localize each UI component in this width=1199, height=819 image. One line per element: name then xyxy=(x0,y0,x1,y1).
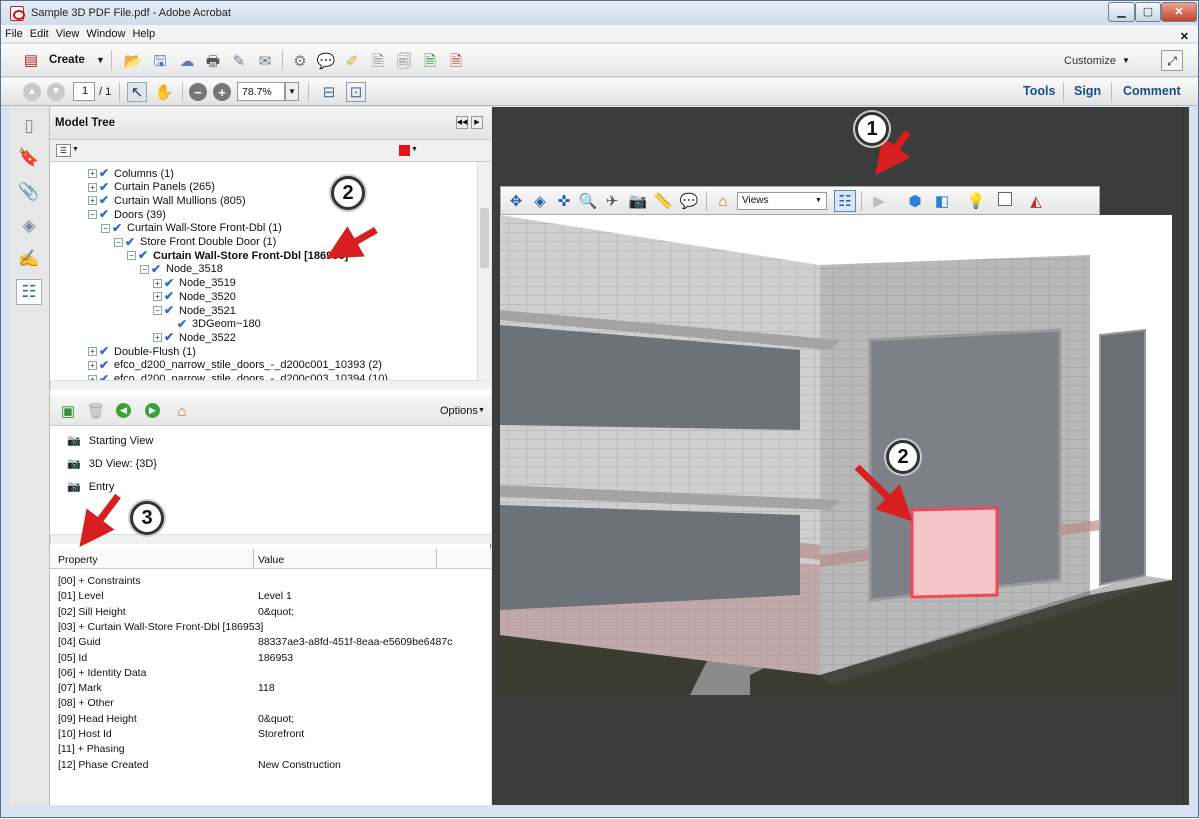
callout-badge: 1 xyxy=(855,112,889,146)
callout-badge: 2 xyxy=(331,176,365,210)
acrobat-window: Sample 3D PDF File.pdf - Adobe Acrobat ▁… xyxy=(0,0,1199,818)
annotation-overlay xyxy=(79,129,913,547)
callout-badge: 2 xyxy=(886,440,920,474)
callout-badge: 3 xyxy=(130,501,164,535)
